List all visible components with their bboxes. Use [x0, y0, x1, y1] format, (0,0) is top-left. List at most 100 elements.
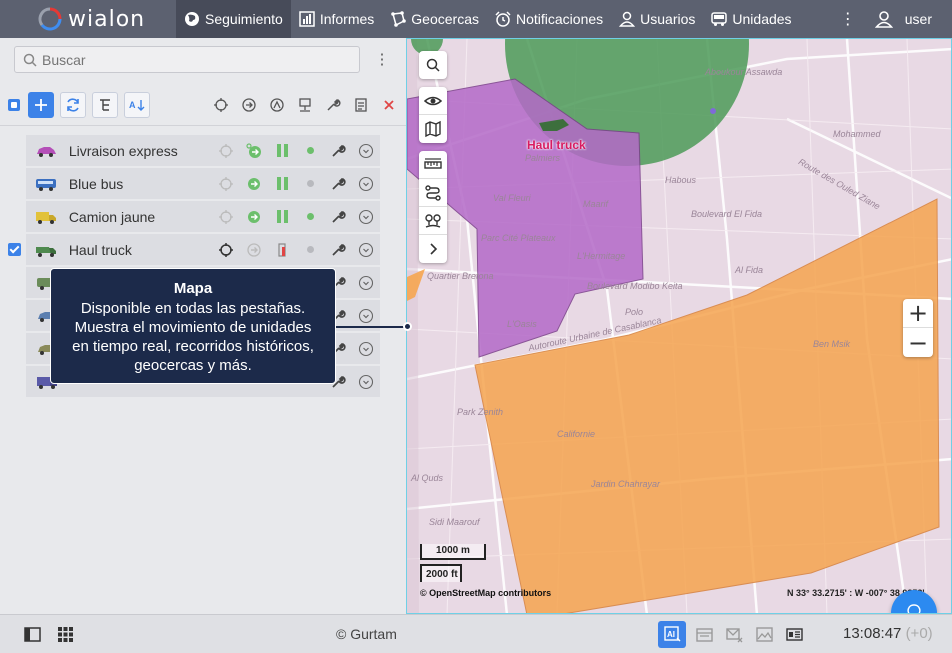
map-layers-button[interactable]: [419, 115, 447, 143]
command-status-icon[interactable]: [240, 239, 268, 261]
globe-icon: [185, 12, 199, 26]
unit-menu-chevron-icon[interactable]: [352, 338, 380, 360]
settings-column-icon[interactable]: [322, 94, 344, 116]
server-time: 13:08:47 (+0): [843, 625, 933, 642]
poi-button[interactable]: [419, 207, 447, 235]
toggle-panel-icon[interactable]: [20, 622, 44, 646]
unit-menu-chevron-icon[interactable]: [352, 140, 380, 162]
unit-checkbox[interactable]: [8, 177, 21, 190]
search-input[interactable]: [42, 51, 342, 68]
connection-status-dot: [296, 140, 324, 162]
list-options-icon[interactable]: ⋮: [372, 50, 392, 70]
map-search-button[interactable]: [419, 51, 447, 79]
zoom-out-button[interactable]: −: [903, 328, 933, 357]
map-street-label: Habous: [665, 175, 697, 185]
images-icon[interactable]: [752, 623, 776, 647]
haul-truck-map-label[interactable]: Haul truck: [527, 138, 586, 152]
command-status-icon[interactable]: [240, 206, 268, 228]
add-units-button[interactable]: [28, 92, 54, 118]
messages-icon[interactable]: [722, 623, 746, 647]
unit-settings-icon[interactable]: [324, 140, 352, 162]
unit-row[interactable]: Haul truck: [8, 234, 380, 265]
zoom-in-button[interactable]: +: [903, 299, 933, 328]
nav-tab-unidades[interactable]: Unidades: [703, 0, 799, 38]
engine-status-icon[interactable]: [268, 173, 296, 195]
ai-assistant-icon[interactable]: AI: [658, 621, 686, 648]
map-street-label: L'Oasis: [507, 319, 537, 329]
moving-status-icon[interactable]: [240, 140, 268, 162]
locate-column-icon[interactable]: [210, 94, 232, 116]
unit-menu-chevron-icon[interactable]: [352, 173, 380, 195]
connection-column-icon[interactable]: [294, 94, 316, 116]
unit-menu-chevron-icon[interactable]: [352, 239, 380, 261]
locate-unit-icon[interactable]: [212, 239, 240, 261]
user-icon: [619, 11, 636, 27]
unit-settings-icon[interactable]: [324, 173, 352, 195]
alarm-clock-icon: [495, 11, 511, 27]
group-tree-button[interactable]: [92, 92, 118, 118]
unit-checkbox[interactable]: [8, 144, 21, 157]
map-street-label: Val Fleuri: [493, 193, 531, 203]
route-button[interactable]: [419, 179, 447, 207]
more-menu-icon[interactable]: ⋮: [833, 9, 863, 29]
map-street-label: Boulevard El Fida: [691, 209, 763, 219]
unit-row[interactable]: Camion jaune: [26, 201, 380, 232]
tooltip-line: geocercas y más.: [134, 357, 252, 374]
nav-tab-geocercas[interactable]: Geocercas: [382, 0, 487, 38]
unit-settings-icon[interactable]: [324, 206, 352, 228]
connection-status-dot: [296, 206, 324, 228]
search-box[interactable]: [14, 46, 360, 73]
command-column-icon[interactable]: [238, 94, 260, 116]
top-navigation-bar: wialon Seguimiento Informes Geocercas No…: [0, 0, 952, 38]
unit-menu-chevron-icon[interactable]: [352, 272, 380, 294]
engine-status-icon[interactable]: [268, 206, 296, 228]
command-status-icon[interactable]: [240, 173, 268, 195]
bar-chart-icon: [299, 11, 315, 27]
apps-grid-icon[interactable]: [53, 622, 77, 646]
unit-settings-icon[interactable]: [324, 239, 352, 261]
nav-tab-informes[interactable]: Informes: [291, 0, 382, 38]
tooltip-body: Disponible en todas las pestañas. Muestr…: [51, 299, 335, 375]
close-list-icon[interactable]: [378, 94, 400, 116]
wialon-logo[interactable]: wialon: [0, 0, 176, 38]
unit-actions: [212, 140, 380, 162]
refresh-button[interactable]: [60, 92, 86, 118]
unit-checkbox[interactable]: [8, 243, 21, 256]
unit-menu-chevron-icon[interactable]: [352, 371, 380, 393]
expand-tools-button[interactable]: [419, 235, 447, 263]
route-icon: [425, 184, 441, 201]
unit-actions: [212, 206, 380, 228]
locate-unit-icon[interactable]: [212, 206, 240, 228]
nav-tab-notificaciones[interactable]: Notificaciones: [487, 0, 611, 38]
sort-button[interactable]: A: [124, 92, 150, 118]
nav-tab-label: Geocercas: [411, 11, 479, 27]
map-visibility-button[interactable]: [419, 87, 447, 115]
unit-menu-chevron-icon[interactable]: [352, 305, 380, 327]
map-street-label: Al Quds: [411, 473, 444, 483]
nav-tab-usuarios[interactable]: Usuarios: [611, 0, 703, 38]
map-street-label: Sidi Maarouf: [429, 517, 480, 527]
event-log-icon[interactable]: [692, 623, 716, 647]
engine-status-icon[interactable]: [268, 140, 296, 162]
select-all-checkbox[interactable]: [8, 99, 20, 111]
nav-tab-seguimiento[interactable]: Seguimiento: [176, 0, 291, 38]
unit-row[interactable]: Livraison express: [26, 135, 380, 166]
fuel-sensor-icon[interactable]: [268, 239, 296, 261]
dashboard-icon[interactable]: [782, 623, 806, 647]
map-street-label: Aboukour Assawda: [705, 67, 783, 77]
track-column-icon[interactable]: [266, 94, 288, 116]
chevron-right-icon: [430, 243, 438, 255]
map-view[interactable]: Palmiers Val Fleuri Parc Cité Plateaux L…: [406, 38, 952, 614]
map-street-label: Californie: [557, 429, 596, 439]
unit-row[interactable]: Blue bus: [26, 168, 380, 199]
user-menu[interactable]: user: [863, 10, 952, 28]
unit-checkbox[interactable]: [8, 210, 21, 223]
unit-menu-chevron-icon[interactable]: [352, 206, 380, 228]
map-tools-group: [419, 151, 447, 263]
locate-unit-icon[interactable]: [212, 140, 240, 162]
ruler-button[interactable]: [419, 151, 447, 179]
unit-actions: [212, 239, 380, 261]
report-column-icon[interactable]: [350, 94, 372, 116]
locate-unit-icon[interactable]: [212, 173, 240, 195]
map-attribution[interactable]: © OpenStreetMap contributors: [420, 588, 551, 598]
